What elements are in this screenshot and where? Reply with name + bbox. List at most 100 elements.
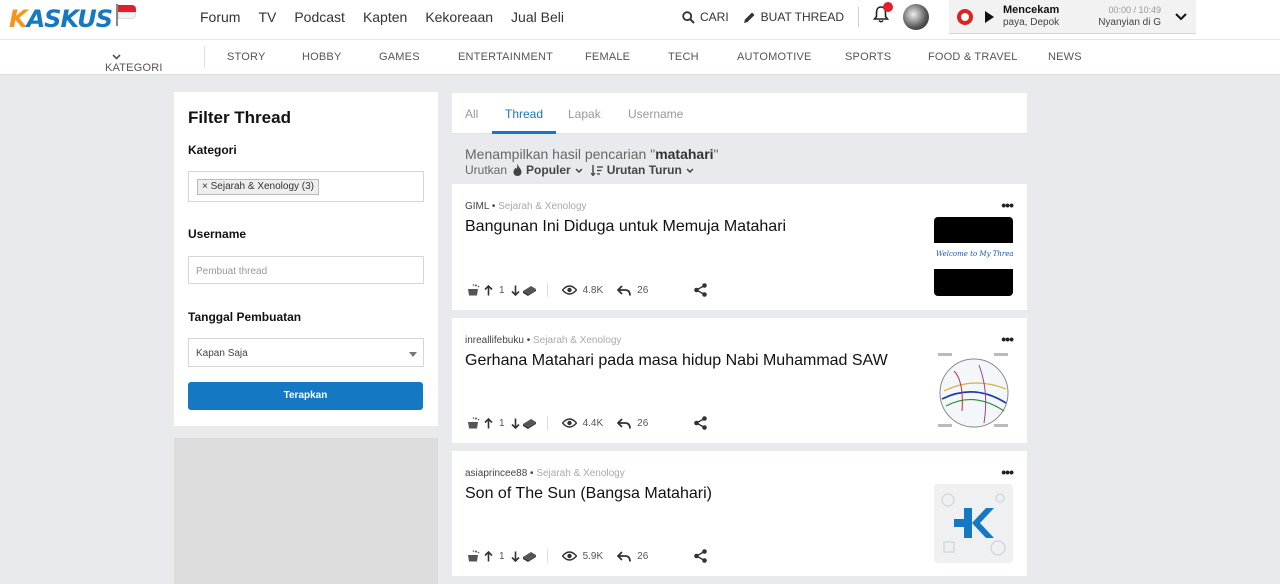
ad-placeholder	[174, 438, 438, 584]
upvote-icon[interactable]	[484, 417, 493, 429]
thread-card[interactable]: GIML • Sejarah & Xenology ••• Bangunan I…	[452, 184, 1027, 310]
summary-suffix: "	[713, 146, 719, 162]
cendol-icon[interactable]	[467, 283, 481, 297]
nav-podcast[interactable]: Podcast	[294, 9, 345, 25]
search-icon	[682, 10, 695, 24]
more-options-icon[interactable]: •••	[1001, 464, 1014, 480]
username-placeholder: Pembuat thread	[196, 266, 268, 277]
downvote-icon[interactable]	[510, 551, 520, 562]
kategori-field[interactable]: × Sejarah & Xenology (3)	[188, 171, 424, 202]
thread-thumbnail[interactable]	[934, 484, 1013, 563]
notification-button[interactable]	[872, 2, 894, 28]
nav-kapten[interactable]: Kapten	[363, 9, 407, 25]
thread-thumbnail[interactable]: Welcome to My Thread	[934, 217, 1013, 296]
dropdown-caret-icon	[409, 352, 417, 357]
thread-title[interactable]: Son of The Sun (Bangsa Matahari)	[465, 485, 712, 503]
share-icon[interactable]	[694, 283, 708, 297]
nav-forum[interactable]: Forum	[200, 9, 240, 25]
search-label: CARI	[700, 10, 729, 24]
tab-username[interactable]: Username	[628, 107, 683, 121]
kategori-chip[interactable]: × Sejarah & Xenology (3)	[197, 179, 320, 195]
nav-kekoreaan[interactable]: Kekoreaan	[425, 9, 493, 25]
thread-category[interactable]: Sejarah & Xenology	[498, 201, 586, 212]
category-story[interactable]: STORY	[227, 51, 266, 63]
reply-icon[interactable]	[617, 284, 632, 296]
thread-meta: GIML • Sejarah & Xenology	[465, 201, 587, 212]
reply-icon[interactable]	[617, 550, 632, 562]
chevron-down-icon	[575, 167, 583, 173]
indonesia-flag-icon	[114, 4, 136, 26]
nav-tv[interactable]: TV	[258, 9, 276, 25]
category-food-travel[interactable]: FOOD & TRAVEL	[928, 51, 1018, 63]
apply-button[interactable]: Terapkan	[188, 382, 423, 410]
more-options-icon[interactable]: •••	[1001, 197, 1014, 213]
bata-icon[interactable]	[522, 417, 537, 429]
thread-category[interactable]: Sejarah & Xenology	[533, 335, 621, 346]
thread-card[interactable]: asiaprincee88 • Sejarah & Xenology ••• S…	[452, 451, 1027, 576]
share-icon[interactable]	[694, 416, 708, 430]
stats-divider	[546, 416, 548, 430]
downvote-icon[interactable]	[510, 418, 520, 429]
kategori-dropdown[interactable]: KATEGORI	[105, 51, 162, 74]
kaskus-logo[interactable]: KASKUS	[9, 4, 136, 34]
player-station: Nyanyian di G	[1098, 16, 1161, 28]
sort-popular[interactable]: Populer	[526, 163, 571, 177]
username-label: Username	[188, 227, 247, 241]
search-summary: Menampilkan hasil pencarian "matahari"	[465, 146, 719, 162]
sort-order[interactable]: Urutan Turun	[607, 163, 682, 177]
tab-thread[interactable]: Thread	[505, 107, 543, 121]
thread-category[interactable]: Sejarah & Xenology	[536, 468, 624, 479]
tab-all[interactable]: All	[465, 107, 478, 121]
create-thread-label: BUAT THREAD	[760, 10, 845, 24]
chevron-down-icon[interactable]	[1175, 12, 1187, 21]
user-avatar[interactable]	[903, 4, 930, 30]
cendol-icon[interactable]	[467, 416, 481, 430]
create-thread-button[interactable]: BUAT THREAD	[743, 10, 844, 24]
tanggal-select[interactable]: Kapan Saja	[188, 338, 424, 367]
downvote-icon[interactable]	[510, 285, 520, 296]
thread-author[interactable]: inreallifebuku	[465, 335, 524, 346]
thread-card[interactable]: inreallifebuku • Sejarah & Xenology ••• …	[452, 318, 1027, 443]
play-icon[interactable]	[985, 10, 994, 23]
filter-title: Filter Thread	[188, 108, 291, 127]
nav-jual-beli[interactable]: Jual Beli	[511, 9, 564, 25]
upvote-icon[interactable]	[484, 284, 493, 296]
thread-thumbnail[interactable]	[934, 351, 1013, 430]
category-female[interactable]: FEMALE	[585, 51, 630, 63]
category-entertainment[interactable]: ENTERTAINMENT	[458, 51, 553, 63]
category-sports[interactable]: SPORTS	[845, 51, 891, 63]
category-automotive[interactable]: AUTOMOTIVE	[737, 51, 812, 63]
share-icon[interactable]	[694, 549, 708, 563]
thread-meta: inreallifebuku • Sejarah & Xenology	[465, 335, 622, 346]
thread-author[interactable]: asiaprincee88	[465, 468, 527, 479]
vote-count: 1	[499, 284, 505, 296]
upvote-icon[interactable]	[484, 550, 493, 562]
search-button[interactable]: CARI	[682, 10, 729, 24]
thread-author[interactable]: GIML	[465, 201, 489, 212]
category-hobby[interactable]: HOBBY	[302, 51, 342, 63]
player-info: Mencekam 00:00 / 10:49 paya, Depok Nyany…	[1003, 0, 1163, 34]
tab-lapak[interactable]: Lapak	[568, 107, 601, 121]
category-tech[interactable]: TECH	[668, 51, 699, 63]
player-artist: paya, Depok	[1003, 16, 1060, 28]
thread-title[interactable]: Gerhana Matahari pada masa hidup Nabi Mu…	[465, 352, 888, 370]
thread-title[interactable]: Bangunan Ini Diduga untuk Memuja Matahar…	[465, 218, 786, 236]
bata-icon[interactable]	[522, 284, 537, 296]
stats-divider	[546, 549, 548, 563]
reply-count: 26	[637, 284, 649, 296]
thread-meta: asiaprincee88 • Sejarah & Xenology	[465, 468, 625, 479]
pencil-icon	[743, 12, 755, 23]
category-news[interactable]: NEWS	[1048, 51, 1082, 63]
eclipse-map-image	[938, 353, 1009, 428]
main-nav: Forum TV Podcast Kapten Kekoreaan Jual B…	[200, 0, 582, 34]
player-time: 00:00 / 10:49	[1108, 4, 1161, 15]
bata-icon[interactable]	[522, 550, 537, 562]
category-games[interactable]: GAMES	[379, 51, 420, 63]
cendol-icon[interactable]	[467, 549, 481, 563]
view-count: 4.4K	[582, 417, 604, 429]
thumbnail-text: Welcome to My Thread	[936, 250, 1013, 258]
more-options-icon[interactable]: •••	[1001, 331, 1014, 347]
thread-stats: 1 4.4K 26	[467, 415, 708, 431]
reply-icon[interactable]	[617, 417, 632, 429]
username-field[interactable]: Pembuat thread	[188, 256, 424, 284]
